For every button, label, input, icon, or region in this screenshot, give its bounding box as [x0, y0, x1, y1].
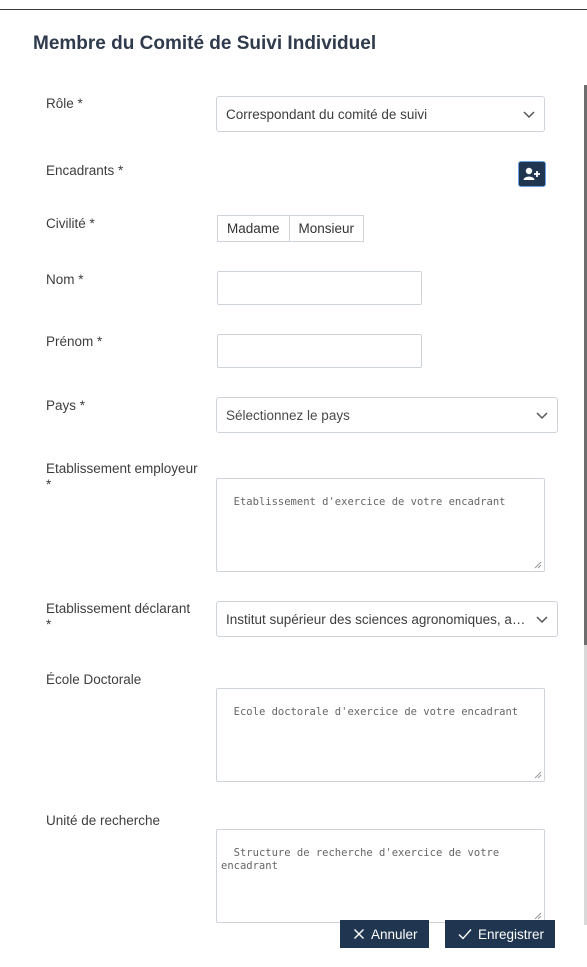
pays-select-placeholder: Sélectionnez le pays [226, 407, 350, 423]
civilite-madame-button[interactable]: Madame [217, 215, 290, 242]
resize-handle-icon[interactable] [533, 770, 542, 779]
role-select-value: Correspondant du comité de suivi [226, 106, 428, 122]
etablissement-employeur-textarea[interactable]: Etablissement d'exercice de votre encadr… [216, 478, 545, 572]
close-icon [353, 928, 365, 940]
etablissement-employeur-label: Etablissement employeur * [46, 461, 198, 493]
required-marker: * [46, 617, 52, 632]
ecole-doctorale-label: École Doctorale [46, 672, 142, 687]
etablissement-declarant-label: Etablissement déclarant * [46, 601, 190, 633]
ecole-doctorale-placeholder: Ecole doctorale d'exercice de votre enca… [233, 706, 519, 718]
pays-label: Pays * [46, 398, 86, 413]
chevron-down-icon [536, 412, 548, 420]
prenom-input[interactable] [217, 334, 422, 368]
nom-input[interactable] [217, 271, 422, 305]
user-plus-icon [523, 167, 540, 180]
civilite-monsieur-button[interactable]: Monsieur [289, 215, 365, 242]
chevron-down-icon [523, 111, 535, 119]
unite-recherche-placeholder: Structure de recherche d'exercice de vot… [221, 847, 506, 872]
unite-recherche-textarea[interactable]: Structure de recherche d'exercice de vot… [216, 829, 545, 923]
cancel-button-label: Annuler [371, 926, 418, 942]
add-encadrant-button[interactable] [518, 161, 546, 187]
required-marker: * [46, 477, 52, 492]
save-button-label: Enregistrer [478, 926, 545, 942]
resize-handle-icon[interactable] [533, 560, 542, 569]
civilite-toggle-group: Madame Monsieur [217, 215, 365, 242]
etablissement-declarant-label-text: Etablissement déclarant [46, 601, 191, 616]
role-select[interactable]: Correspondant du comité de suivi [216, 96, 545, 132]
chevron-down-icon [536, 616, 548, 624]
etablissement-declarant-select[interactable]: Institut supérieur des sciences agronomi… [216, 601, 558, 637]
check-icon [458, 928, 472, 940]
unite-recherche-label: Unité de recherche [46, 813, 161, 828]
pays-select[interactable]: Sélectionnez le pays [216, 397, 558, 433]
etablissement-employeur-label-text: Etablissement employeur [46, 461, 198, 476]
nom-label: Nom * [46, 272, 84, 287]
prenom-label: Prénom * [46, 334, 103, 349]
etablissement-employeur-placeholder: Etablissement d'exercice de votre encadr… [233, 496, 506, 508]
resize-handle-icon[interactable] [533, 911, 542, 920]
ecole-doctorale-textarea[interactable]: Ecole doctorale d'exercice de votre enca… [216, 688, 545, 782]
dialog-top-border [0, 9, 587, 10]
civilite-label: Civilité * [46, 216, 95, 231]
encadrants-label: Encadrants * [46, 163, 124, 178]
cancel-button[interactable]: Annuler [340, 920, 429, 948]
role-label: Rôle * [46, 96, 83, 111]
dialog-title: Membre du Comité de Suivi Individuel [33, 33, 377, 54]
etablissement-declarant-select-value: Institut supérieur des sciences agronomi… [226, 611, 529, 627]
save-button[interactable]: Enregistrer [445, 920, 556, 948]
